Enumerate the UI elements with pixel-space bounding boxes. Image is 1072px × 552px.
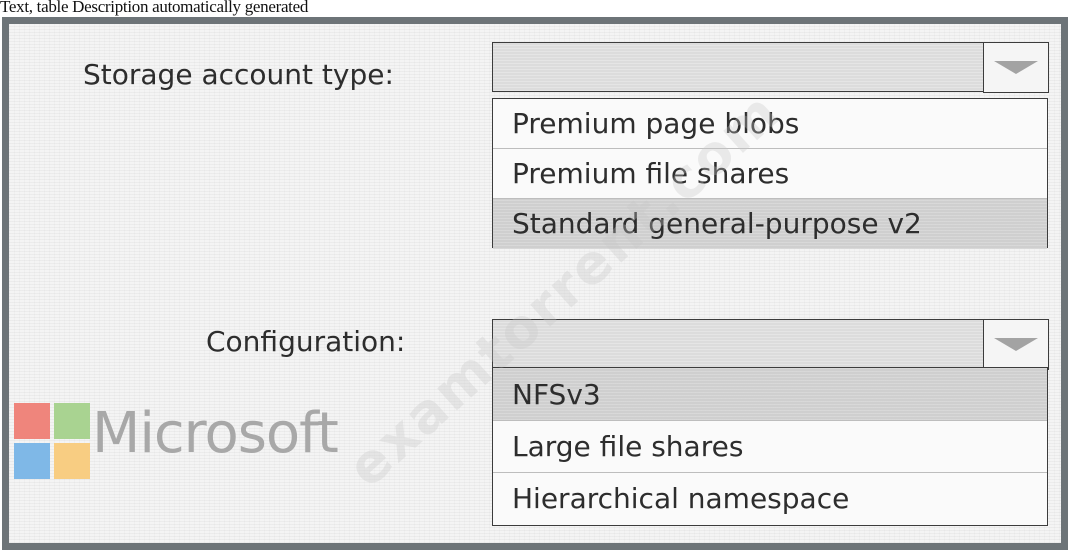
dropdown-arrow-icon: [993, 60, 1038, 74]
image-caption: Text, table Description automatically ge…: [0, 0, 309, 16]
logo-square-blue: [14, 443, 50, 479]
storage-account-type-select[interactable]: [492, 41, 1049, 93]
option-hierarchical-namespace[interactable]: Hierarchical namespace: [493, 473, 1047, 525]
storage-dropdown-button[interactable]: [982, 41, 1049, 93]
microsoft-logo-icon: [14, 403, 90, 479]
option-premium-file-shares[interactable]: Premium file shares: [493, 149, 1047, 199]
logo-square-red: [14, 403, 50, 439]
storage-options-list: Premium page blobs Premium file shares S…: [492, 98, 1048, 249]
configuration-options-list: NFSv3 Large file shares Hierarchical nam…: [492, 367, 1048, 526]
option-large-file-shares[interactable]: Large file shares: [493, 421, 1047, 473]
option-standard-general-purpose-v2[interactable]: Standard general-purpose v2: [493, 199, 1047, 249]
configuration-dropdown-button[interactable]: [982, 318, 1049, 370]
dropdown-arrow-icon: [993, 337, 1038, 351]
configuration-label: Configuration:: [206, 325, 406, 358]
option-nfsv3[interactable]: NFSv3: [493, 368, 1047, 421]
microsoft-wordmark: Microsoft: [92, 401, 339, 466]
logo-square-yellow: [54, 443, 90, 479]
storage-account-type-label: Storage account type:: [83, 58, 394, 91]
logo-square-green: [54, 403, 90, 439]
configuration-select[interactable]: [492, 318, 1049, 370]
option-premium-page-blobs[interactable]: Premium page blobs: [493, 99, 1047, 149]
